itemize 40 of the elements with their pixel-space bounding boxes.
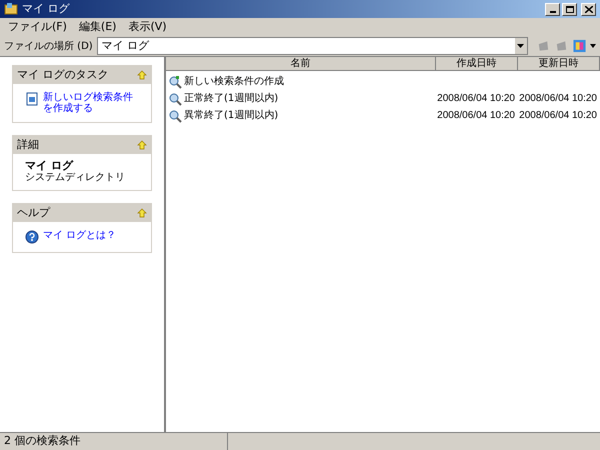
detail-name: マイ ログ — [25, 160, 74, 172]
menu-item[interactable]: 表示(V) — [124, 18, 171, 36]
file-name[interactable]: 正常終了(1週間以内) — [184, 91, 278, 106]
folder-icon — [4, 2, 18, 16]
panel-title: ヘルプ — [17, 204, 50, 221]
collapse-icon[interactable] — [137, 208, 147, 218]
column-header[interactable]: 名前 — [166, 57, 436, 71]
minimize-button[interactable] — [545, 2, 560, 16]
task-link[interactable]: マイ ログとは？ — [43, 230, 116, 241]
magnifier-icon — [168, 92, 182, 106]
magnifier-icon — [168, 108, 182, 122]
task-link[interactable]: 新しいログ検索条件を作成する — [43, 92, 139, 114]
document-icon — [25, 92, 39, 106]
menu-item[interactable]: ファイル(F) — [4, 18, 71, 36]
address-field[interactable]: マイ ログ — [96, 37, 528, 55]
help-icon — [25, 230, 39, 244]
menu-item[interactable]: 編集(E) — [74, 18, 120, 36]
maximize-button[interactable] — [562, 2, 577, 16]
close-icon — [584, 6, 592, 12]
file-name[interactable]: 異常終了(1週間以内) — [184, 108, 278, 123]
column-header[interactable]: 更新日時 — [518, 57, 600, 71]
detail-description: システムディレクトリ — [25, 172, 126, 184]
collapse-icon[interactable] — [137, 140, 147, 150]
date-text: 2008/06/04 10:20 — [519, 109, 597, 123]
date-text: 2008/06/04 10:20 — [437, 109, 515, 123]
panel-title: 詳細 — [17, 136, 39, 153]
dropdown-button[interactable] — [514, 38, 527, 54]
collapse-icon[interactable] — [137, 70, 147, 80]
close-button[interactable] — [581, 2, 596, 16]
magnifier-icon — [168, 74, 182, 88]
window-title: マイ ログ — [22, 0, 70, 17]
date-text: 2008/06/04 10:20 — [519, 92, 597, 106]
panel-title: マイ ログのタスク — [17, 66, 108, 83]
address-label: ファイルの場所 (D) — [4, 40, 93, 54]
status-text: 2 個の検索条件 — [0, 433, 228, 450]
caret-icon[interactable] — [590, 44, 596, 48]
date-text: 2008/06/04 10:20 — [437, 92, 515, 106]
caret-icon — [517, 44, 524, 48]
column-header[interactable]: 作成日時 — [436, 57, 518, 71]
file-name[interactable]: 新しい検索条件の作成 — [184, 74, 284, 89]
